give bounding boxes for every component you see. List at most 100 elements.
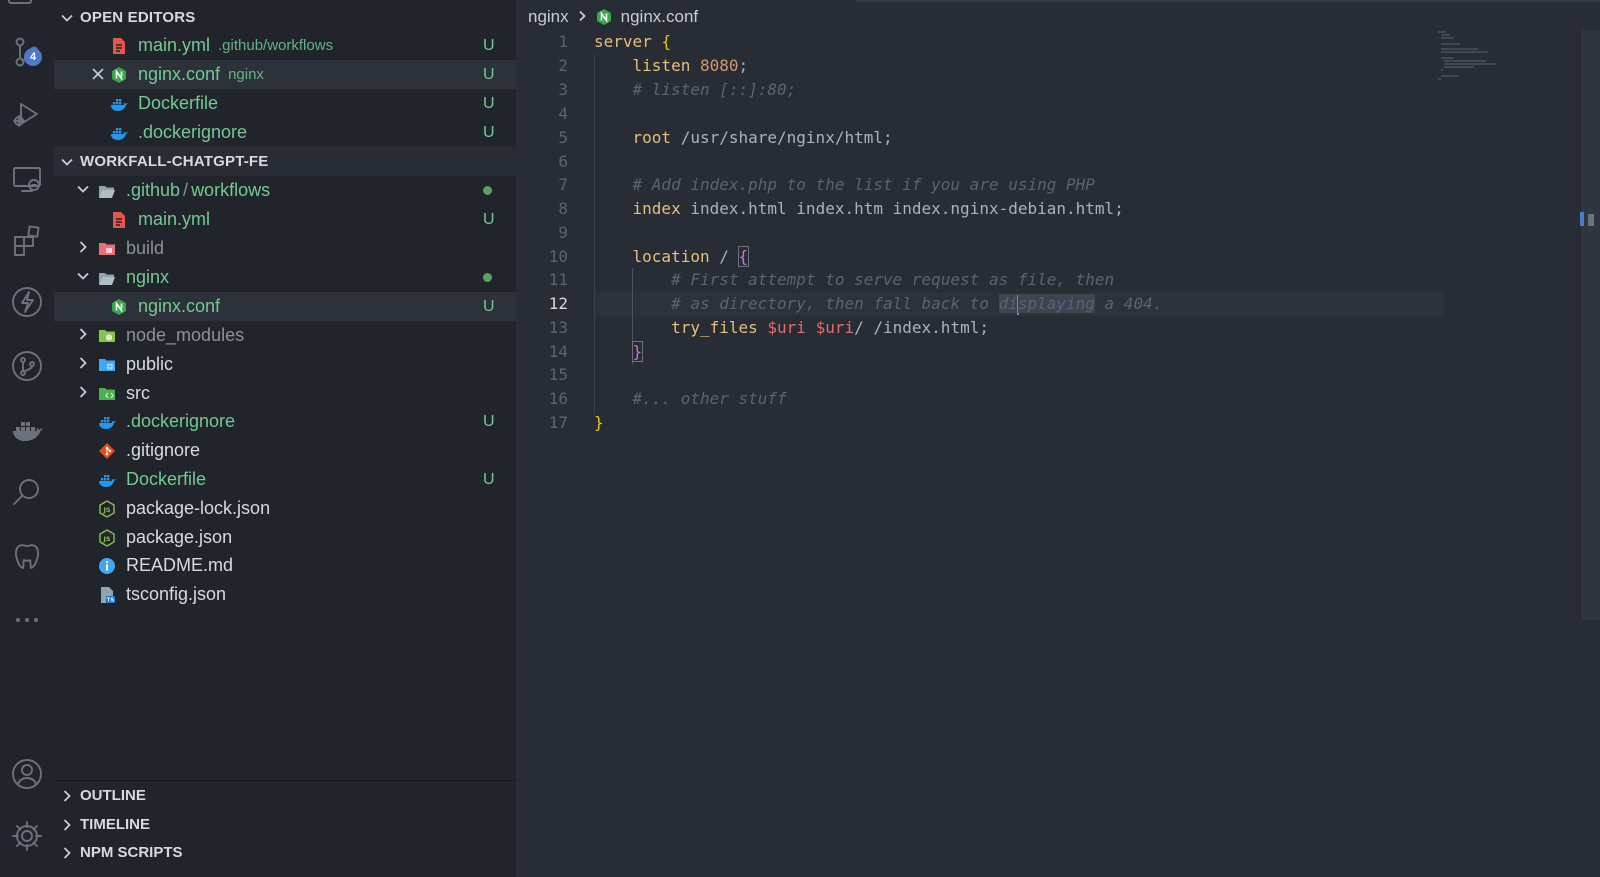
folder-nginx[interactable]: nginx <box>54 263 516 292</box>
code-line: } <box>631 341 644 362</box>
code-editor[interactable]: nginx nginx.conf 1 2 3 4 5 6 7 8 9 10 11… <box>516 0 1600 877</box>
code-line: # listen [::]:80; <box>632 80 797 99</box>
line-number: 5 <box>558 128 568 147</box>
node-folder-icon <box>98 327 116 345</box>
modified-dot <box>483 186 492 195</box>
chevron-right-icon <box>576 7 588 27</box>
file-package-lock-json[interactable]: JS package-lock.json <box>54 494 516 523</box>
database-icon[interactable] <box>0 530 54 582</box>
nodejs-file-icon: JS <box>98 528 116 547</box>
source-control-icon[interactable]: 4 <box>0 26 54 78</box>
chevron-right-icon <box>76 354 90 375</box>
chevron-right-icon <box>54 846 80 860</box>
npm-scripts-header[interactable]: NPM SCRIPTS <box>54 838 516 867</box>
open-editor-nginx-conf[interactable]: nginx.conf nginx U <box>54 60 516 89</box>
folder-node-modules[interactable]: node_modules <box>54 321 516 350</box>
chevron-right-icon <box>76 383 90 404</box>
docker-file-icon <box>110 95 128 113</box>
open-editor-main-yml[interactable]: main.yml .github/workflows U <box>54 31 516 60</box>
docker-icon[interactable] <box>0 404 54 456</box>
code-line: root /usr/share/nginx/html; <box>632 128 893 147</box>
nginx-file-icon <box>110 298 128 316</box>
breadcrumb-file[interactable]: nginx.conf <box>621 7 699 27</box>
file-main-yml[interactable]: main.yml U <box>54 205 516 234</box>
file-dockerfile[interactable]: Dockerfile U <box>54 465 516 494</box>
code-line: #... other stuff <box>632 389 787 408</box>
line-number: 1 <box>558 32 568 51</box>
open-editors-header[interactable]: OPEN EDITORS <box>54 3 516 32</box>
file-gitignore[interactable]: .gitignore <box>54 436 516 465</box>
line-number: 14 <box>548 342 568 361</box>
open-editor-dockerignore[interactable]: .dockerignore U <box>54 118 516 147</box>
open-editors-title: OPEN EDITORS <box>80 9 196 26</box>
yaml-file-icon <box>110 211 128 229</box>
search-icon[interactable] <box>0 466 54 518</box>
timeline-header[interactable]: TIMELINE <box>54 810 516 839</box>
line-number: 13 <box>548 318 568 337</box>
chevron-right-icon <box>76 238 90 259</box>
line-number: 9 <box>558 223 568 242</box>
vertical-scrollbar[interactable] <box>1580 30 1600 620</box>
minimap[interactable] <box>1438 30 1518 90</box>
file-package-json[interactable]: JS package.json <box>54 523 516 552</box>
build-folder-icon <box>98 240 116 258</box>
docker-file-icon <box>98 413 116 431</box>
scroll-selection-marker <box>1588 214 1594 226</box>
folder-public[interactable]: public <box>54 350 516 379</box>
docker-file-icon <box>110 124 128 142</box>
yaml-file-icon <box>110 37 128 55</box>
chevron-down-icon <box>76 180 90 201</box>
more-icon[interactable] <box>0 594 54 646</box>
code-line: server { <box>594 32 672 51</box>
bottom-panels: OUTLINE TIMELINE NPM SCRIPTS <box>54 780 516 877</box>
docker-file-icon <box>98 471 116 489</box>
line-number: 10 <box>548 247 568 266</box>
settings-gear-icon[interactable] <box>0 810 54 862</box>
file-nginx-conf[interactable]: nginx.conf U <box>54 292 516 321</box>
code-line-current: # as directory, then fall back to displa… <box>671 294 1163 315</box>
public-folder-icon <box>98 356 116 374</box>
outline-header[interactable]: OUTLINE <box>54 781 516 810</box>
open-editor-dockerfile[interactable]: Dockerfile U <box>54 89 516 118</box>
activity-bar: 4 <box>0 0 54 877</box>
close-icon[interactable] <box>90 66 106 82</box>
code-line: location / { <box>632 246 750 267</box>
svg-text:TS: TS <box>107 597 115 603</box>
code-line: # Add index.php to the list if you are u… <box>632 175 1095 194</box>
line-number: 3 <box>558 80 568 99</box>
line-number: 17 <box>548 413 568 432</box>
project-title: WORKFALL-CHATGPT-FE <box>80 153 269 170</box>
code-line: listen 8080; <box>632 56 749 75</box>
file-tsconfig-json[interactable]: TS tsconfig.json <box>54 580 516 609</box>
folder-github-workflows[interactable]: .github / workflows <box>54 176 516 205</box>
source-control-badge: 4 <box>24 48 42 66</box>
folder-src[interactable]: src <box>54 379 516 408</box>
explorer-sidebar: OPEN EDITORS main.yml .github/workflows … <box>54 0 516 877</box>
code-line: index index.html index.htm index.nginx-d… <box>632 199 1124 218</box>
run-debug-icon[interactable] <box>0 88 54 140</box>
lightning-icon[interactable] <box>0 276 54 328</box>
explorer-icon[interactable] <box>8 0 32 4</box>
chevron-down-icon <box>54 11 80 25</box>
line-number: 2 <box>558 56 568 75</box>
git-file-icon <box>98 442 116 460</box>
file-readme-md[interactable]: README.md <box>54 551 516 580</box>
line-number: 7 <box>558 175 568 194</box>
file-dockerignore[interactable]: .dockerignore U <box>54 407 516 436</box>
line-number: 15 <box>548 365 568 384</box>
chevron-down-icon <box>54 155 80 169</box>
breadcrumb-folder[interactable]: nginx <box>528 7 569 27</box>
line-number: 16 <box>548 389 568 408</box>
remote-explorer-icon[interactable] <box>0 152 54 204</box>
project-folder-header[interactable]: WORKFALL-CHATGPT-FE <box>54 147 516 176</box>
line-number-current: 12 <box>548 294 568 313</box>
svg-text:JS: JS <box>102 506 110 514</box>
account-icon[interactable] <box>0 748 54 800</box>
chevron-right-icon <box>76 325 90 346</box>
git-graph-icon[interactable] <box>0 340 54 392</box>
folder-build[interactable]: build <box>54 234 516 263</box>
code-line: try_files $uri $uri/ /index.html; <box>671 318 989 337</box>
svg-text:JS: JS <box>102 535 110 543</box>
nodejs-file-icon: JS <box>98 499 116 518</box>
extensions-icon[interactable] <box>0 214 54 266</box>
